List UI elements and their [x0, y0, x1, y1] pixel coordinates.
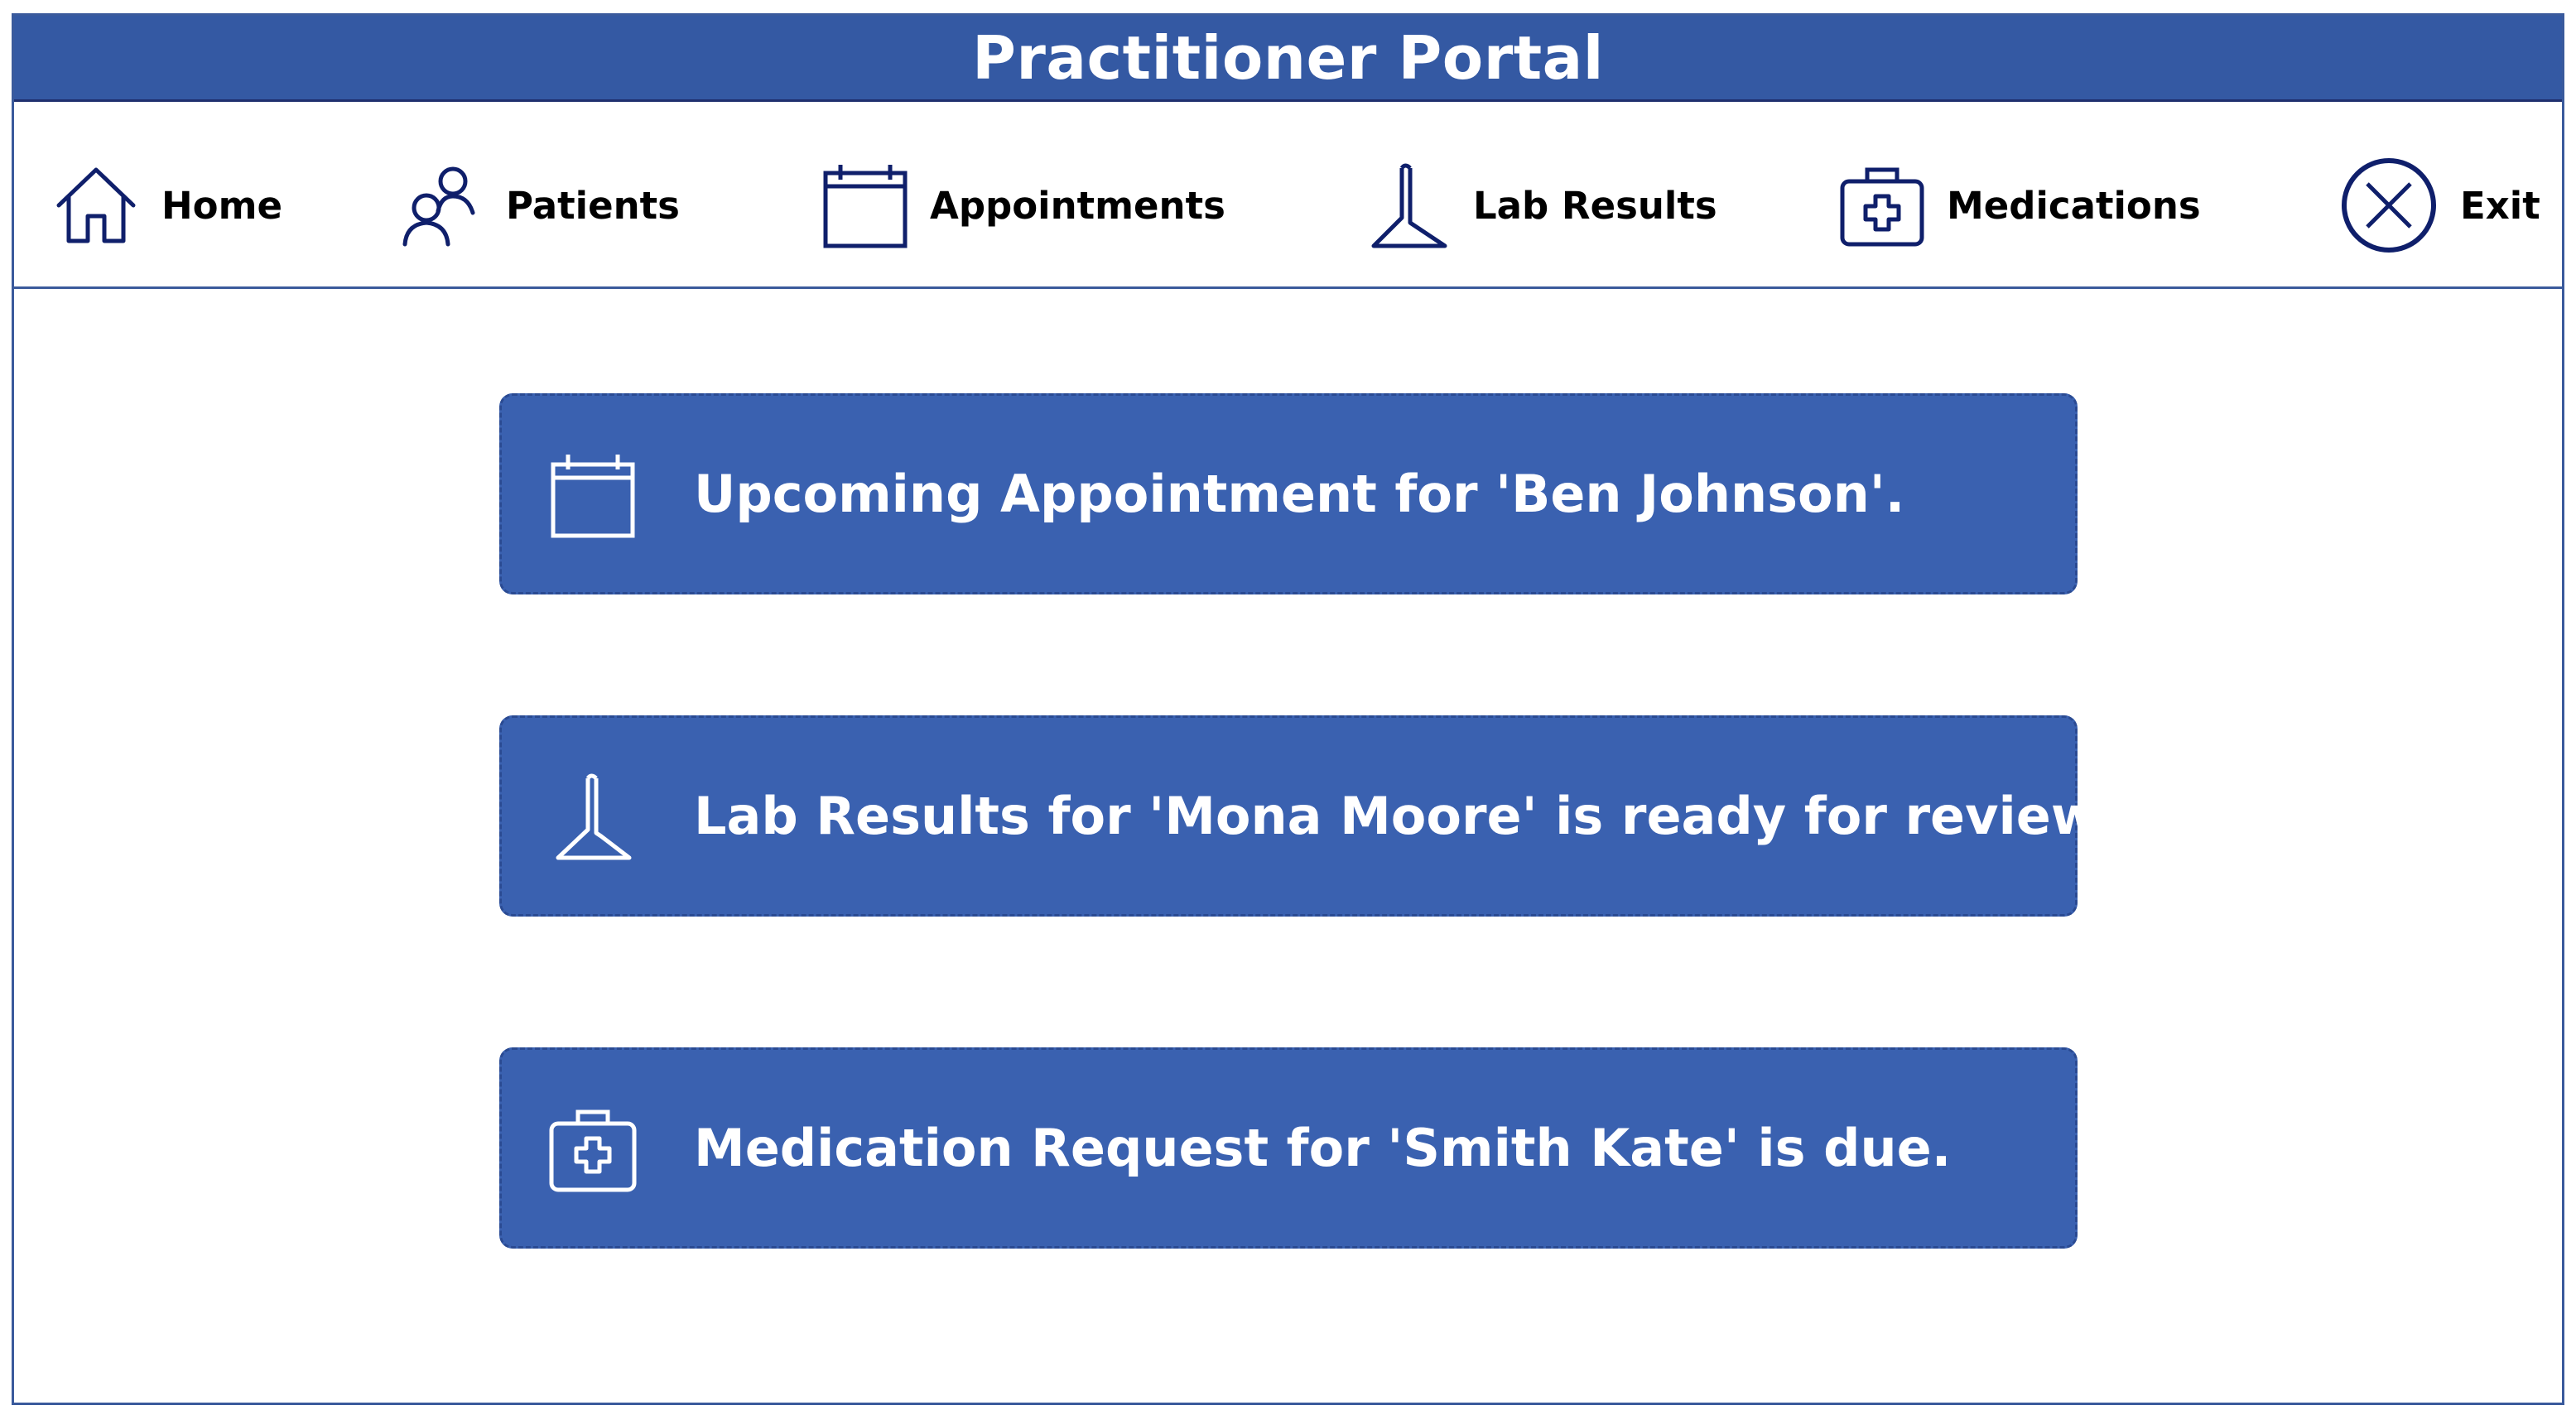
page-title: Practitioner Portal [972, 22, 1604, 93]
flask-icon [1362, 160, 1453, 251]
nav-label-home: Home [161, 183, 282, 228]
nav-item-lab-results[interactable]: Lab Results [1362, 160, 1717, 251]
people-icon [395, 160, 486, 251]
nav-item-home[interactable]: Home [51, 160, 282, 251]
nav-label-lab-results: Lab Results [1473, 183, 1717, 228]
notification-card-appointment[interactable]: Upcoming Appointment for 'Ben Johnson'. [499, 393, 2078, 594]
nav-label-appointments: Appointments [930, 183, 1225, 228]
calendar-icon [543, 445, 643, 544]
nav-item-patients[interactable]: Patients [395, 160, 680, 251]
nav-label-exit: Exit [2460, 183, 2540, 228]
notification-text: Upcoming Appointment for 'Ben Johnson'. [694, 464, 1905, 524]
notification-text: Medication Request for 'Smith Kate' is d… [694, 1118, 1952, 1178]
medkit-icon [543, 1099, 643, 1198]
notification-card-lab-results[interactable]: Lab Results for 'Mona Moore' is ready fo… [499, 715, 2115, 917]
title-bar: Practitioner Portal [14, 16, 2562, 102]
close-circle-icon [2338, 154, 2440, 257]
home-icon [51, 160, 142, 251]
calendar-icon [819, 160, 910, 251]
notification-card-medication[interactable]: Medication Request for 'Smith Kate' is d… [499, 1047, 2078, 1249]
nav-item-exit[interactable]: Exit [2338, 158, 2540, 253]
nav-item-medications[interactable]: Medications [1836, 160, 2201, 251]
medkit-icon [1836, 160, 1927, 251]
flask-icon [543, 767, 643, 866]
nav-label-medications: Medications [1947, 183, 2201, 228]
nav-label-patients: Patients [506, 183, 680, 228]
nav-item-appointments[interactable]: Appointments [819, 160, 1225, 251]
app-frame: Practitioner Portal Home Patients Appoin… [12, 13, 2564, 1405]
notification-text: Lab Results for 'Mona Moore' is ready fo… [694, 786, 2115, 846]
nav-bar: Home Patients Appointments Lab Results M… [14, 102, 2562, 289]
